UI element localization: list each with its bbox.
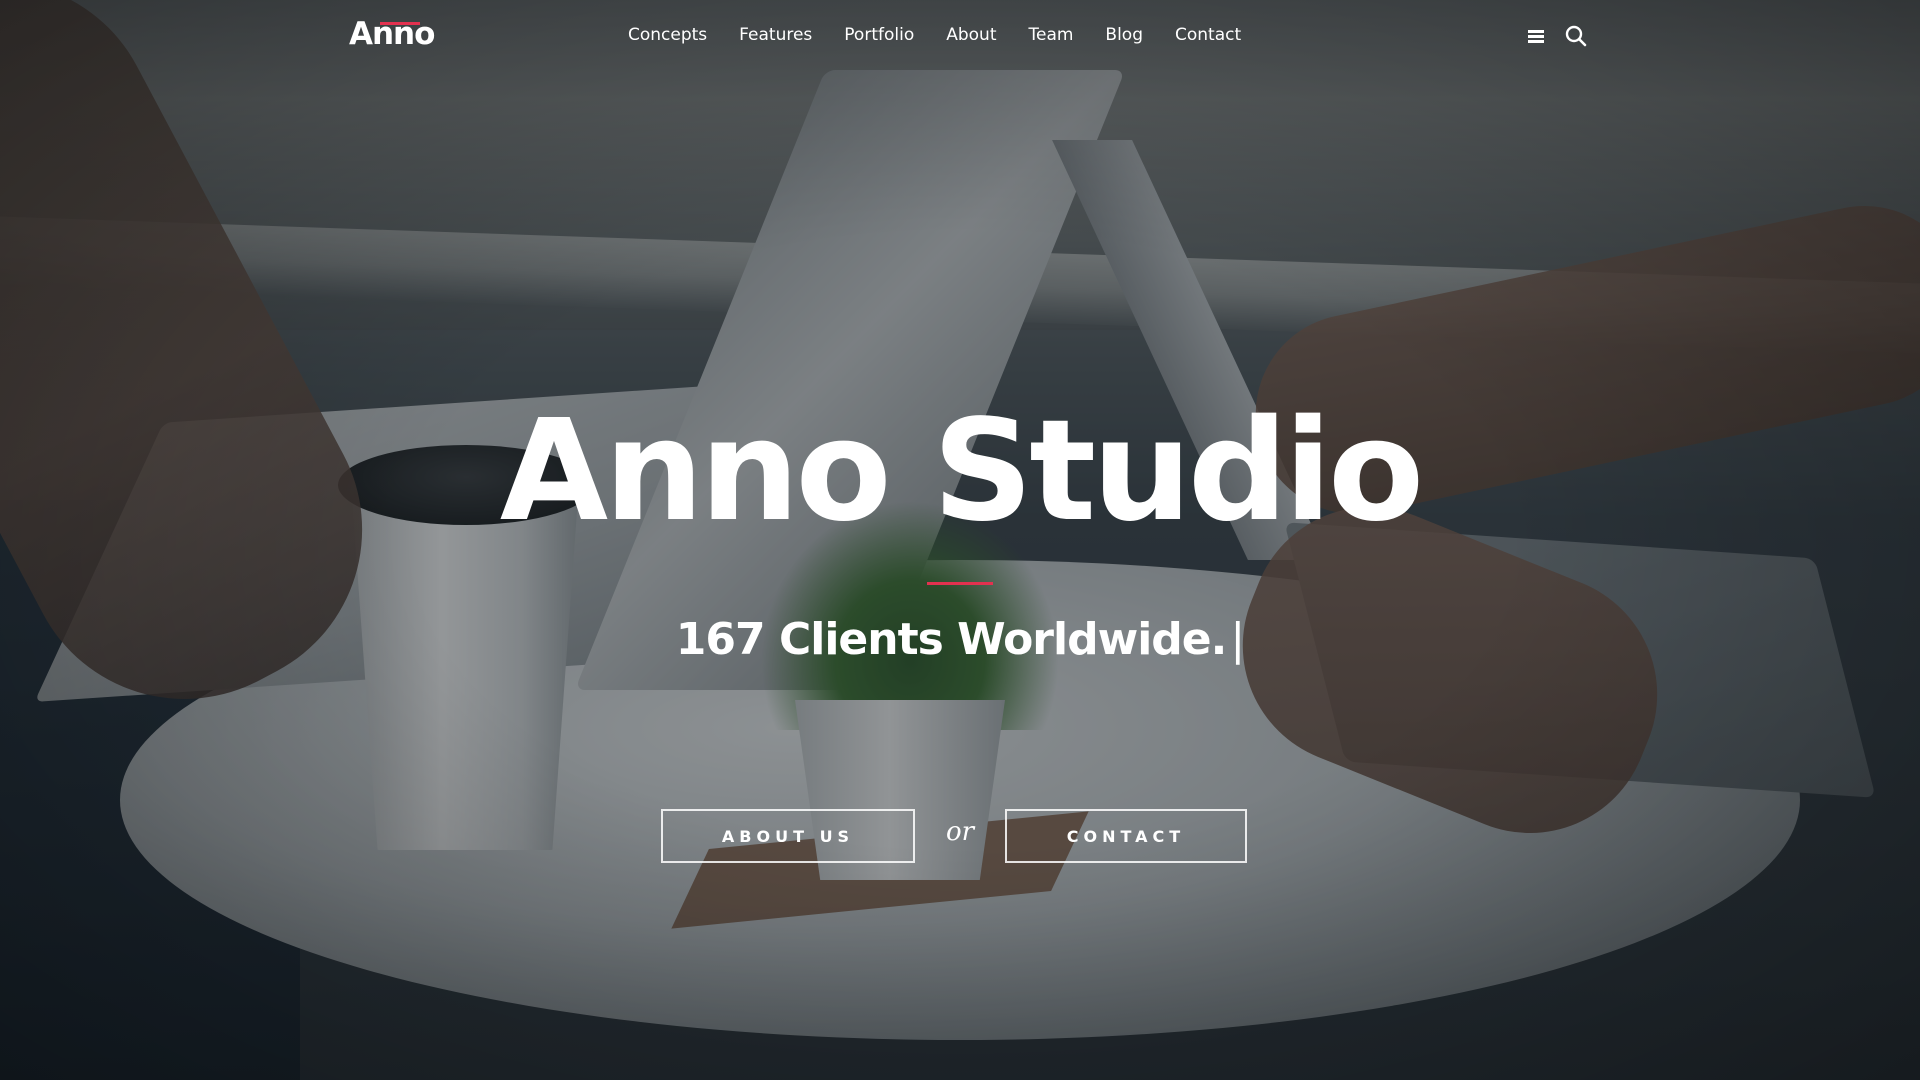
nav-item-portfolio[interactable]: Portfolio — [828, 22, 930, 48]
logo-accent-bar — [380, 22, 420, 25]
hero-section: Anno Studio 167 Clients Worldwide.| Abou… — [0, 0, 1920, 1080]
nav-item-contact[interactable]: Contact — [1159, 22, 1257, 48]
main-navigation: Concepts Features Portfolio About Team B… — [612, 22, 1257, 48]
header-icon-group — [1524, 24, 1588, 48]
hero-title: Anno Studio — [499, 390, 1424, 553]
nav-item-team[interactable]: Team — [1012, 22, 1089, 48]
hero-subtitle-text: 167 Clients Worldwide. — [675, 614, 1228, 665]
nav-item-concepts[interactable]: Concepts — [612, 22, 723, 48]
nav-item-features[interactable]: Features — [723, 22, 828, 48]
cta-button-row: About us or Contact — [661, 809, 1247, 865]
typing-cursor: | — [1230, 614, 1245, 665]
hero-subtitle: 167 Clients Worldwide.| — [0, 610, 1920, 670]
search-icon[interactable] — [1564, 24, 1588, 48]
nav-item-blog[interactable]: Blog — [1089, 22, 1159, 48]
hero-accent-divider — [927, 582, 993, 585]
nav-item-about[interactable]: About — [930, 22, 1012, 48]
menu-icon[interactable] — [1524, 24, 1548, 48]
cta-or-text: or — [945, 817, 975, 847]
about-us-button[interactable]: About us — [661, 809, 915, 863]
site-logo[interactable]: Anno — [349, 16, 435, 52]
contact-button[interactable]: Contact — [1005, 809, 1247, 863]
site-header: Anno Concepts Features Portfolio About T… — [0, 0, 1920, 72]
